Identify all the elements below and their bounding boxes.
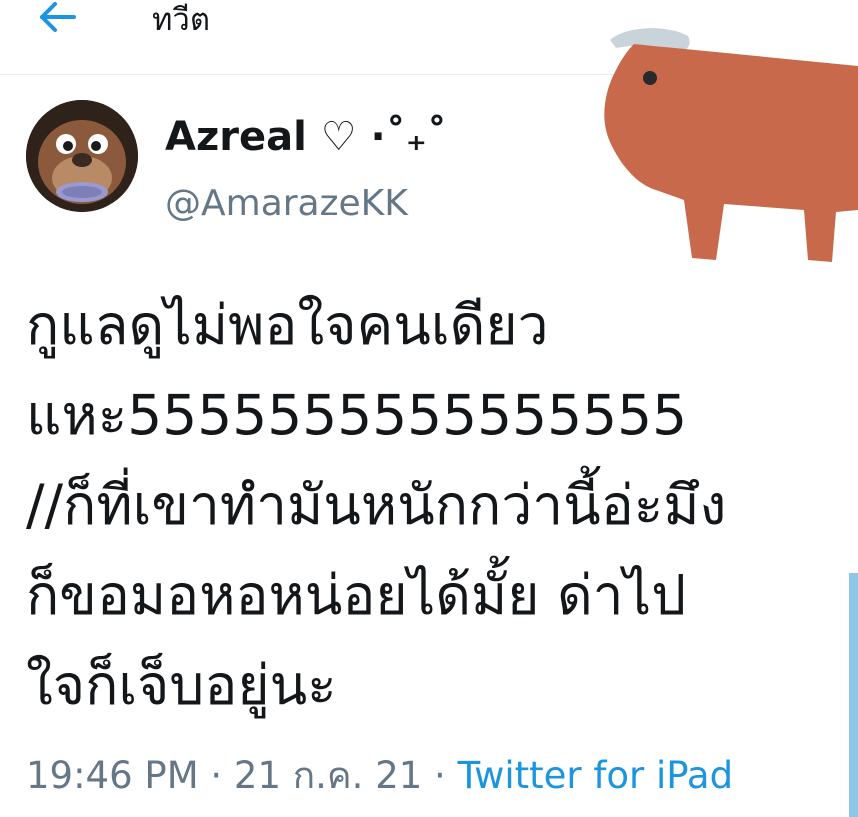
tweet-line: ก็ขอมอหอหน่อยได้มั้ย ด่าไป <box>26 563 687 627</box>
user-handle[interactable]: @AmarazeKK <box>165 182 408 226</box>
ox-sticker-icon <box>596 14 858 266</box>
scrollbar[interactable] <box>849 573 858 817</box>
tweet-line: ใจก็เจ็บอยู่นะ <box>26 653 337 717</box>
arrow-left-icon <box>40 2 76 32</box>
tweet-time[interactable]: 19:46 PM <box>26 754 199 797</box>
tweet-line: กูแลดูไม่พอใจคนเดียว <box>26 293 549 357</box>
meta-separator: · <box>198 754 234 797</box>
avatar[interactable] <box>26 100 138 212</box>
tweet-source-link[interactable]: Twitter for iPad <box>458 754 734 797</box>
back-button[interactable] <box>36 0 84 40</box>
tweet-date[interactable]: 21 ก.ค. 21 <box>234 754 422 797</box>
tweet-line: //ก็ที่เขาทำมันหนักกว่านี้อ่ะมึง <box>26 473 727 537</box>
tweet-line: แหะ5555555555555555 <box>26 383 688 447</box>
display-name[interactable]: Azreal ♡ ·˚₊˚ <box>165 112 447 162</box>
meta-separator: · <box>422 754 458 797</box>
page-title: ทวีต <box>152 2 210 38</box>
tweet-meta: 19:46 PM · 21 ก.ค. 21 · Twitter for iPad <box>26 752 733 800</box>
tweet-text: กูแลดูไม่พอใจคนเดียว แหะ5555555555555555… <box>26 280 846 730</box>
